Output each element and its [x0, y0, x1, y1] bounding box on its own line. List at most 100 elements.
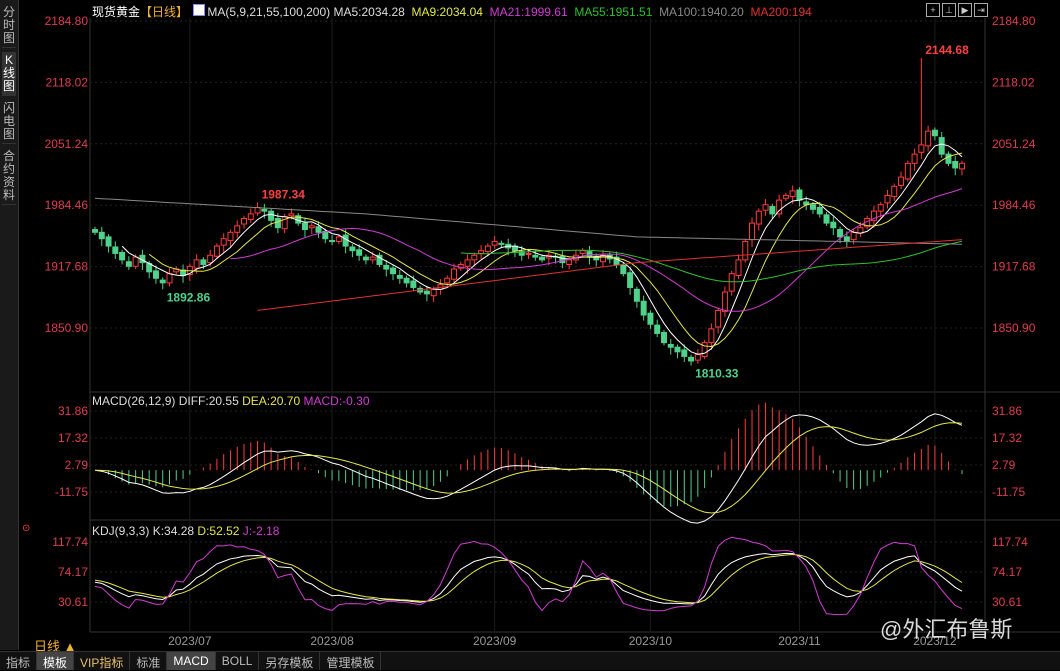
x-axis-label: 2023/08 — [310, 634, 354, 648]
candle-down — [349, 246, 356, 252]
ma5-value: MA5:2034.28 — [333, 5, 405, 19]
candle-up — [898, 176, 905, 186]
axis-tick-label: 17.32 — [58, 431, 88, 445]
candle-up — [132, 256, 139, 267]
kdj-label: KDJ(9,3,3) — [92, 524, 150, 538]
candle-down — [315, 226, 322, 233]
candle-down — [498, 242, 505, 245]
candle-up — [484, 245, 491, 253]
ma100-value: MA100:1940.20 — [659, 5, 744, 19]
candle-up — [911, 153, 918, 164]
candle-up — [755, 210, 762, 225]
axis-tick-label: -11.75 — [55, 485, 88, 499]
ma21-value: MA21:1999.61 — [489, 5, 568, 19]
candle-up — [227, 231, 234, 242]
candle-down — [159, 279, 166, 284]
candle-up — [288, 213, 295, 217]
axis-tick-label: 1984.46 — [45, 198, 89, 212]
candle-down — [952, 160, 959, 169]
axis-tick-label: 30.61 — [58, 595, 88, 609]
kdj-d: D:52.52 — [197, 524, 240, 538]
kdj-j: J:-2.18 — [242, 524, 280, 538]
kdj-j-line — [94, 536, 963, 616]
tab-manage-templates[interactable]: 管理模板 — [320, 652, 382, 670]
candle-down — [200, 259, 207, 265]
tab-vip-indicators[interactable]: VIP指标 — [74, 652, 131, 670]
candle-up — [694, 354, 701, 361]
ma-label: MA(5,9,21,55,100,200) — [207, 5, 331, 19]
ma-settings-icon[interactable] — [193, 4, 206, 16]
axis-tick-label: 74.17 — [58, 565, 88, 579]
axis-tick-label: 1850.90 — [45, 321, 89, 335]
ma200-line — [257, 239, 963, 311]
candle-down — [383, 264, 390, 270]
watermark: @外汇布鲁斯 — [880, 617, 1013, 642]
kdj-header: KDJ(9,3,3) K:34.28 D:52.52 J:-2.18 — [92, 524, 279, 538]
candle-up — [464, 259, 471, 267]
axis-tick-label: 2184.80 — [992, 14, 1036, 28]
axis-tick-label: 1984.46 — [992, 198, 1036, 212]
candle-down — [938, 137, 945, 155]
candle-up — [884, 195, 891, 204]
kline-chart[interactable]: 2184.80 2184.80 2118.02 2118.02 2051.24 2051.… — [0, 0, 1060, 650]
ma55-value: MA55:1951.51 — [574, 5, 653, 19]
candle-down — [410, 280, 417, 288]
price-annotation: 1810.33 — [695, 366, 739, 380]
candle-down — [301, 222, 308, 231]
tab-boll[interactable]: BOLL — [216, 652, 260, 670]
tab-save-template[interactable]: 另存模板 — [259, 652, 321, 670]
tab-macd[interactable]: MACD — [167, 652, 216, 670]
candle-up — [715, 309, 722, 328]
candle-down — [539, 256, 546, 261]
candle-down — [152, 270, 159, 279]
axis-tick-label: 30.61 — [992, 595, 1022, 609]
candle-down — [796, 189, 803, 201]
candle-down — [660, 332, 667, 344]
candle-down — [403, 277, 410, 284]
candle-down — [640, 300, 647, 316]
candle-down — [681, 349, 688, 357]
candle-down — [830, 221, 837, 229]
candle-up — [776, 199, 783, 215]
candle-up — [234, 225, 241, 233]
crosshair-icon[interactable]: + — [926, 3, 940, 17]
candle-up — [241, 217, 248, 225]
tab-templates[interactable]: 模板 — [37, 652, 75, 670]
axis-tick-label: 1850.90 — [992, 321, 1036, 335]
price-annotation: 1987.34 — [262, 188, 306, 202]
tab-indicators[interactable]: 指标 — [0, 652, 38, 670]
candle-up — [728, 273, 735, 292]
candle-up — [918, 144, 925, 153]
candle-up — [742, 240, 749, 261]
move-right-icon[interactable]: ⇥ — [974, 3, 988, 17]
candle-down — [667, 343, 674, 348]
candle-up — [450, 268, 457, 280]
candle-up — [525, 252, 532, 255]
tab-standard[interactable]: 标准 — [130, 652, 168, 670]
kdj-k-line — [94, 552, 963, 605]
macd-dea: DEA:20.70 — [242, 394, 301, 408]
candle-down — [633, 288, 640, 302]
candle-up — [213, 245, 220, 257]
candle-up — [579, 250, 586, 254]
candle-up — [478, 250, 485, 254]
axis-tick-label: 17.32 — [992, 431, 1022, 445]
candle-down — [119, 252, 126, 261]
candle-down — [532, 254, 539, 258]
zoom-out-icon[interactable]: ▶ — [958, 3, 972, 17]
candle-down — [620, 264, 627, 275]
axis-tick-label: 74.17 — [992, 565, 1022, 579]
macd-header: MACD(26,12,9) DIFF:20.55 DEA:20.70 MACD:… — [92, 394, 370, 408]
candle-down — [396, 275, 403, 279]
settings-dot-icon[interactable]: ⊙ — [22, 523, 30, 534]
macd-label: MACD(26,12,9) — [92, 394, 176, 408]
macd-diff: DIFF:20.55 — [178, 394, 239, 408]
candle-down — [816, 206, 823, 215]
candle-down — [931, 129, 938, 137]
candle-down — [98, 231, 105, 240]
zoom-in-icon[interactable]: ⊥ — [942, 3, 956, 17]
candle-up — [491, 240, 498, 246]
axis-tick-label: 2118.02 — [992, 75, 1035, 89]
candle-up — [193, 259, 200, 269]
instrument-title: 现货黄金 — [92, 5, 141, 19]
